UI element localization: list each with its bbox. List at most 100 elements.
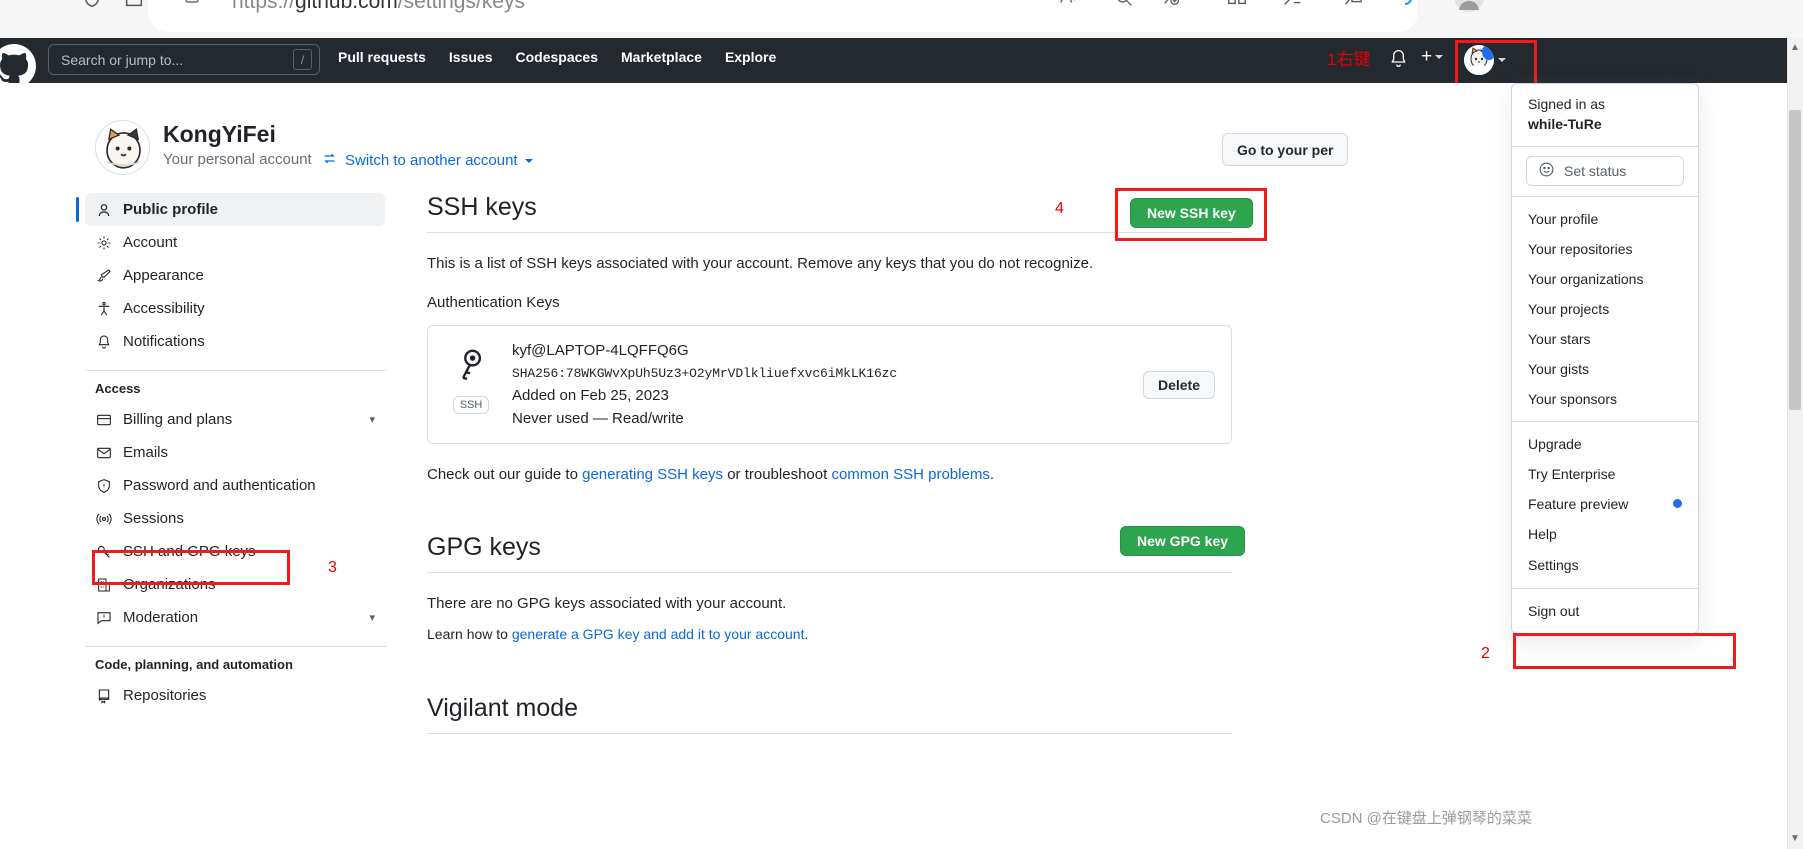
account-avatar[interactable]: [95, 120, 150, 175]
sidebar-item-appearance[interactable]: Appearance: [85, 259, 385, 292]
new-gpg-key-button[interactable]: New GPG key: [1120, 526, 1246, 556]
nav-explore[interactable]: Explore: [725, 49, 776, 65]
user-dropdown-menu: Signed in as while-TuRe Set status Your …: [1511, 83, 1699, 634]
chevron-down-icon: ▾: [369, 414, 375, 426]
sidebar-item-label: Public profile: [123, 201, 219, 218]
dropdown-item-try-enterprise[interactable]: Try Enterprise: [1512, 459, 1698, 489]
delete-ssh-key-button[interactable]: Delete: [1142, 371, 1215, 399]
common-ssh-problems-link[interactable]: common SSH problems: [831, 466, 989, 483]
annotation-1-label: 1右键: [1327, 50, 1371, 69]
dropdown-item-label: Try Enterprise: [1528, 465, 1616, 482]
add-collection-icon[interactable]: [1156, 0, 1186, 12]
dropdown-item-your-gists[interactable]: Your gists: [1512, 354, 1698, 384]
page-info-icon[interactable]: [180, 0, 204, 8]
scrollbar-thumb[interactable]: [1789, 110, 1801, 410]
create-new-button[interactable]: +: [1421, 46, 1444, 68]
vigilant-mode-section: Vigilant mode: [427, 694, 1232, 734]
github-logo-icon[interactable]: [0, 44, 36, 88]
nav-issues[interactable]: Issues: [449, 49, 493, 65]
gpg-keys-title: GPG keys: [427, 533, 541, 561]
dropdown-item-label: Settings: [1528, 556, 1579, 573]
read-aloud-icon[interactable]: [1054, 0, 1084, 12]
dropdown-divider: [1512, 145, 1698, 147]
guide-text-pre: Check out our guide to: [427, 466, 583, 483]
nav-marketplace[interactable]: Marketplace: [621, 49, 702, 65]
dropdown-item-your-stars[interactable]: Your stars: [1512, 324, 1698, 354]
learn-text-post: .: [804, 626, 809, 642]
chevron-down-icon: [524, 158, 533, 163]
chevron-down-icon: [1435, 55, 1444, 59]
generate-gpg-key-link[interactable]: generate a GPG key and add it to your ac…: [512, 626, 805, 642]
repo-icon: [95, 688, 113, 704]
sidebar-item-sessions[interactable]: Sessions: [85, 502, 385, 535]
home-icon[interactable]: [120, 0, 148, 12]
nav-codespaces[interactable]: Codespaces: [516, 49, 598, 65]
ssh-key-fingerprint: SHA256:78WKGWvXpUh5Uz3+O2yMrVDlkliuefxvc…: [512, 366, 898, 381]
dropdown-item-help[interactable]: Help: [1512, 519, 1698, 549]
sidebar-item-account[interactable]: Account: [85, 226, 385, 259]
dropdown-item-settings[interactable]: Settings: [1512, 549, 1698, 581]
sidebar-divider: [85, 370, 387, 371]
annotation-box-settings: [1513, 633, 1736, 669]
scroll-down-arrow-icon[interactable]: ▼: [1789, 833, 1801, 845]
switch-account-link[interactable]: Switch to another account: [321, 151, 533, 170]
ssh-guide-text: Check out our guide to generating SSH ke…: [427, 466, 1232, 483]
profile-icon[interactable]: [1452, 0, 1486, 14]
dropdown-item-label: Help: [1528, 525, 1557, 542]
watermark-text: CSDN @在键盘上弹钢琴的菜菜: [1320, 810, 1532, 827]
browser-chrome: https://github.com/settings/keys ···: [0, 0, 1803, 40]
switch-arrows-icon: [321, 151, 338, 170]
page-scrollbar[interactable]: ▲ ▼: [1787, 38, 1803, 849]
browser-essentials-icon[interactable]: [1395, 0, 1425, 12]
sidebar-item-label: Password and authentication: [123, 477, 316, 494]
ssh-key-usage: Never used — Read/write: [512, 410, 684, 427]
broadcast-icon: [95, 511, 113, 527]
dropdown-item-your-profile[interactable]: Your profile: [1512, 204, 1698, 234]
ssh-keys-title: SSH keys: [427, 193, 537, 221]
sidebar-item-emails[interactable]: Emails: [85, 436, 385, 469]
nav-pull-requests[interactable]: Pull requests: [338, 49, 426, 65]
settings-more-icon[interactable]: ···: [1518, 0, 1548, 12]
search-input[interactable]: Search or jump to... /: [48, 44, 320, 75]
sidebar-item-accessibility[interactable]: Accessibility: [85, 292, 385, 325]
sidebar-item-moderation[interactable]: Moderation ▾: [85, 601, 385, 634]
shield-icon[interactable]: [78, 0, 106, 12]
sidebar-item-public-profile[interactable]: Public profile: [76, 193, 385, 226]
dropdown-item-your-projects[interactable]: Your projects: [1512, 294, 1698, 324]
notifications-bell-icon[interactable]: [1388, 48, 1409, 74]
paintbrush-icon: [95, 268, 113, 284]
dropdown-item-upgrade[interactable]: Upgrade: [1512, 429, 1698, 459]
sidebar-item-billing-and-plans[interactable]: Billing and plans ▾: [85, 403, 385, 436]
split-screen-icon[interactable]: [1222, 0, 1252, 12]
dropdown-signed-in-block: Signed in as while-TuRe: [1512, 84, 1698, 146]
go-to-personal-profile-button[interactable]: Go to your per: [1222, 133, 1349, 166]
generating-ssh-keys-link[interactable]: generating SSH keys: [582, 466, 723, 483]
find-icon[interactable]: [1108, 0, 1138, 12]
favorites-icon[interactable]: [1277, 0, 1307, 12]
search-shortcut-key: /: [293, 49, 312, 70]
scroll-up-arrow-icon[interactable]: ▲: [1789, 42, 1801, 54]
annotation-3-label: 3: [328, 559, 337, 576]
dropdown-item-label: Your sponsors: [1528, 390, 1617, 407]
sidebar-item-password-and-authentication[interactable]: Password and authentication: [85, 469, 385, 502]
sidebar-section-code-planning-automation: Code, planning, and automation: [95, 657, 293, 672]
add-tab-icon[interactable]: [1337, 0, 1367, 12]
sidebar-item-repositories[interactable]: Repositories: [85, 679, 385, 712]
annotation-box-ssh-gpg-nav: [92, 550, 290, 585]
dropdown-item-sign-out[interactable]: Sign out: [1512, 596, 1698, 626]
authentication-keys-header: Authentication Keys: [427, 294, 560, 311]
sidebar-item-notifications[interactable]: Notifications: [85, 325, 385, 358]
dropdown-item-your-sponsors[interactable]: Your sponsors: [1512, 384, 1698, 414]
dropdown-item-your-organizations[interactable]: Your organizations: [1512, 264, 1698, 294]
guide-text-post: .: [989, 466, 994, 483]
accessibility-icon: [95, 301, 113, 317]
dropdown-item-your-repositories[interactable]: Your repositories: [1512, 234, 1698, 264]
global-nav: Pull requests Issues Codespaces Marketpl…: [338, 49, 776, 65]
ssh-keys-description: This is a list of SSH keys associated wi…: [427, 255, 1094, 272]
shield-lock-icon: [95, 478, 113, 494]
gear-icon: [95, 235, 113, 251]
dropdown-item-feature-preview[interactable]: Feature preview: [1512, 489, 1698, 519]
set-status-button[interactable]: Set status: [1526, 155, 1684, 186]
address-bar-url: https://github.com/settings/keys: [232, 0, 525, 14]
vigilant-mode-title: Vigilant mode: [427, 694, 579, 722]
